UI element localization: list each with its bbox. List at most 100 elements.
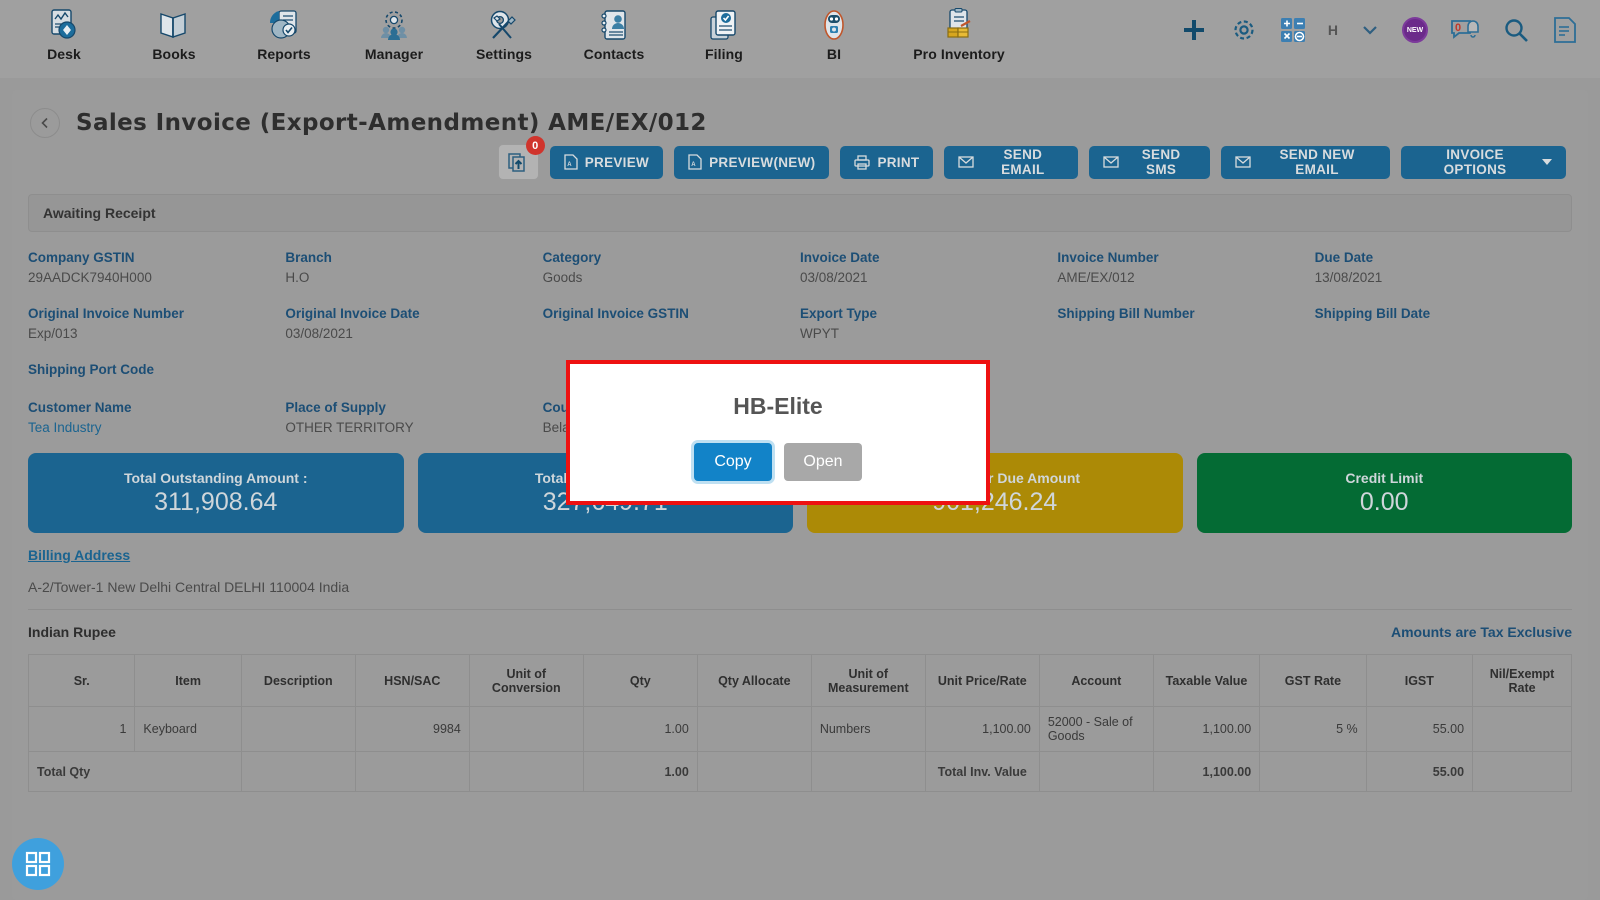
field-row-1: Company GSTIN 29AADCK7940H000 Branch H.O… [28, 250, 1572, 285]
total-spacer-8 [1472, 751, 1572, 792]
invoice-options-button[interactable]: INVOICE OPTIONS [1401, 145, 1567, 179]
send-email-button[interactable]: SEND EMAIL [944, 145, 1079, 179]
cell-item[interactable]: Keyboard [134, 706, 242, 752]
button-label: PRINT [877, 154, 920, 170]
chevron-left-icon [41, 117, 48, 129]
cell-unit-of-conversion [468, 706, 584, 752]
pdf-icon: A [688, 154, 702, 170]
col-unit-of-conversion: Unit of Conversion [468, 654, 584, 707]
desk-dashboard-icon [45, 6, 83, 44]
col-gst-rate: GST Rate [1259, 654, 1367, 707]
field-original-invoice-date: Original Invoice Date 03/08/2021 [285, 306, 542, 341]
field-label: Original Invoice Date [285, 306, 420, 321]
card-title: Total Outstanding Amount : [123, 469, 308, 486]
card-value: 0.00 [1359, 487, 1409, 516]
col-hsn-sac: HSN/SAC [354, 654, 470, 707]
page-title: Sales Invoice (Export-Amendment) AME/EX/… [76, 110, 707, 136]
card-value: 311,908.64 [154, 487, 278, 516]
nav-item-pro-inventory[interactable]: Pro Inventory [904, 0, 1014, 62]
svg-text:A: A [691, 162, 696, 168]
field-invoice-date: Invoice Date 03/08/2021 [800, 250, 1057, 285]
caret-down-icon [1542, 158, 1553, 166]
table-head: Sr. Item Description HSN/SAC Unit of Con… [27, 654, 1572, 707]
cell-nil-exempt-rate [1472, 706, 1572, 752]
field-invoice-number: Invoice Number AME/EX/012 [1057, 250, 1314, 285]
search-icon[interactable] [1502, 16, 1530, 44]
field-category: Category Goods [543, 250, 800, 285]
field-label: Company GSTIN [28, 250, 135, 265]
calculator-icon[interactable] [1280, 17, 1306, 43]
card-total-outstanding-amount: Total Outstanding Amount : 311,908.64 [28, 453, 404, 533]
billing-address-link[interactable]: Billing Address [28, 547, 130, 563]
reports-chart-icon [265, 6, 303, 44]
nav-item-settings[interactable]: Settings [464, 0, 544, 62]
field-value: 13/08/2021 [1314, 270, 1383, 285]
cell-sr: 1 [27, 706, 136, 752]
filing-documents-icon [705, 6, 743, 44]
notification-bell-icon[interactable]: 0 [1450, 16, 1480, 44]
field-label: Original Invoice GSTIN [542, 306, 689, 321]
nav-item-manager[interactable]: Manager [354, 0, 434, 62]
cell-igst: 55.00 [1365, 706, 1474, 752]
plus-icon[interactable] [1180, 16, 1208, 44]
field-shipping-bill-number: Shipping Bill Number [1057, 306, 1314, 341]
field-value: AME/EX/012 [1057, 270, 1135, 285]
notes-document-icon[interactable] [1552, 16, 1578, 44]
nav-item-reports[interactable]: Reports [244, 0, 324, 62]
field-customer-name: Customer Name Tea Industry [28, 400, 285, 435]
upload-attachment-button[interactable]: 0 [498, 136, 545, 180]
open-button[interactable]: Open [784, 443, 862, 481]
dialog-title: HB-Elite [733, 393, 823, 419]
nav-label: Books [152, 46, 196, 62]
new-badge[interactable]: NEW [1402, 17, 1428, 43]
field-row-2: Original Invoice Number Exp/013 Original… [28, 306, 1572, 341]
tax-inclusive-note: Amounts are Tax Exclusive [1390, 624, 1572, 640]
field-place-of-supply: Place of Supply OTHER TERRITORY [285, 400, 542, 435]
print-button[interactable]: PRINT [840, 145, 934, 179]
preview-button[interactable]: A PREVIEW [549, 145, 664, 179]
send-new-email-button[interactable]: SEND NEW EMAIL [1221, 145, 1391, 179]
col-qty-allocate: Qty Allocate [696, 654, 812, 707]
back-button[interactable] [30, 108, 60, 138]
apps-launcher-fab[interactable] [12, 838, 64, 890]
gear-icon[interactable] [1230, 16, 1258, 44]
cell-description [240, 706, 356, 752]
send-sms-button[interactable]: SEND SMS [1089, 145, 1211, 179]
dialog-actions: Copy Open [694, 443, 862, 481]
button-label: INVOICE OPTIONS [1443, 147, 1507, 177]
billing-section: Billing Address A-2/Tower-1 New Delhi Ce… [12, 533, 1588, 595]
nav-label: Contacts [583, 46, 645, 62]
cell-taxable-value: 1,100.00 [1152, 706, 1261, 752]
top-navigation-bar: Desk Books Reports Manager Settings Cont… [0, 0, 1600, 78]
nav-label: Manager [364, 46, 424, 62]
col-taxable-value: Taxable Value [1152, 654, 1261, 707]
cell-unit-of-measurement: Numbers [810, 706, 926, 752]
total-spacer-6 [1038, 751, 1154, 792]
total-spacer-7 [1259, 751, 1367, 792]
nav-item-filing[interactable]: Filing [684, 0, 764, 62]
nav-item-contacts[interactable]: Contacts [574, 0, 654, 62]
copy-button[interactable]: Copy [694, 443, 772, 481]
nav-item-bi[interactable]: BI [794, 0, 874, 62]
attachment-count-badge: 0 [525, 136, 545, 155]
total-taxable-value: 1,100.00 [1152, 751, 1261, 792]
table-row: 1 Keyboard 9984 1.00 Numbers 1,100.00 52… [27, 706, 1572, 752]
cell-gst-rate: 5 % [1259, 706, 1367, 752]
pro-inventory-clipboard-icon [940, 6, 978, 44]
field-label: Customer Name [28, 400, 132, 415]
nav-item-desk[interactable]: Desk [24, 0, 104, 62]
preview-new-button[interactable]: A PREVIEW(NEW) [674, 145, 830, 179]
invoice-toolbar: 0 A PREVIEW A PREVIEW(NEW) PRINT SEND EM… [12, 136, 1588, 180]
total-spacer-5 [810, 751, 926, 792]
button-label: PREVIEW [584, 154, 650, 170]
cell-qty-allocate [696, 706, 812, 752]
field-label: Original Invoice Number [28, 306, 185, 321]
nav-label: BI [826, 46, 842, 62]
customer-name-link[interactable]: Tea Industry [28, 420, 285, 435]
total-spacer-3 [468, 751, 584, 792]
field-due-date: Due Date 13/08/2021 [1315, 250, 1572, 285]
field-label: Shipping Port Code [28, 362, 154, 377]
nav-item-books[interactable]: Books [134, 0, 214, 62]
chevron-down-icon[interactable] [1360, 20, 1380, 40]
field-label: Invoice Date [800, 250, 880, 265]
